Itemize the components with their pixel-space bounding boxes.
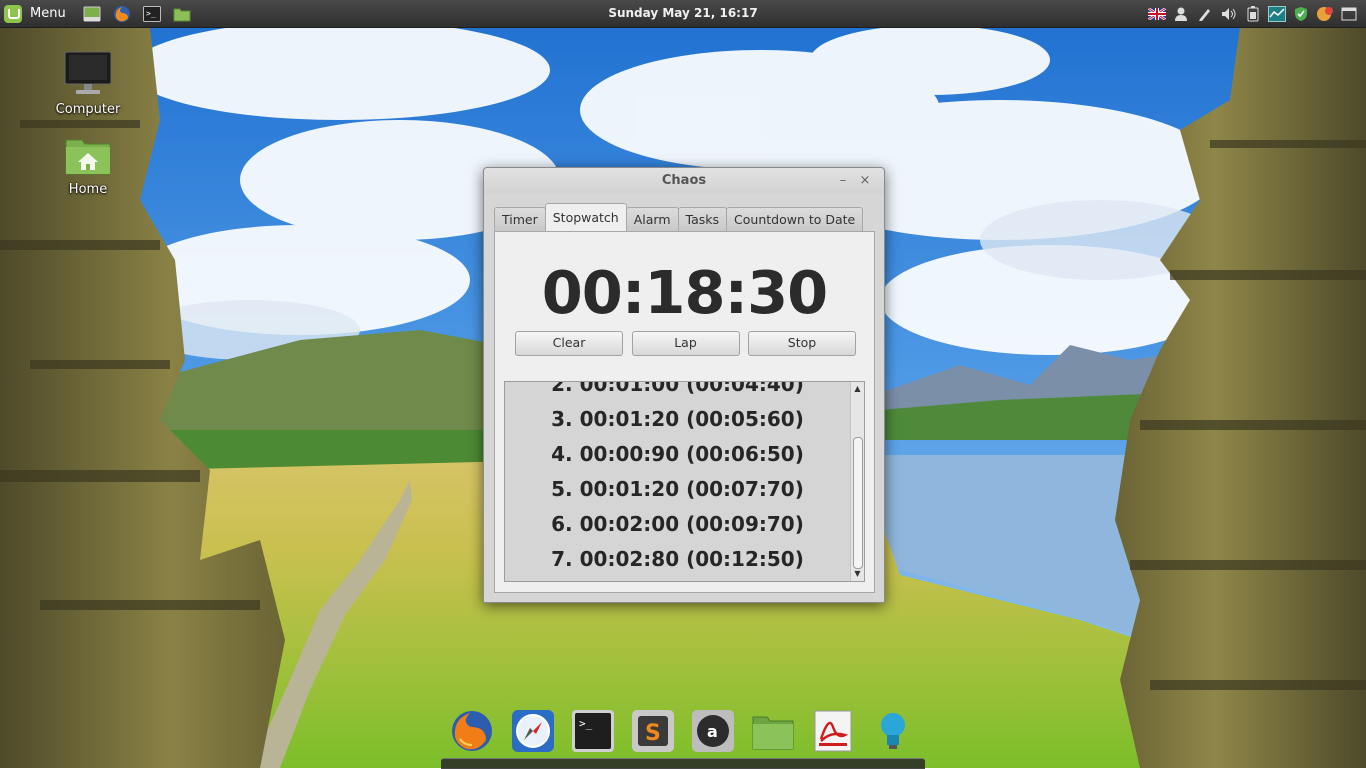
tab-countdown-to-date[interactable]: Countdown to Date <box>726 207 864 231</box>
show-desktop-icon[interactable] <box>82 4 102 24</box>
stopwatch-time: 00:18:30 <box>541 258 829 327</box>
safari-compass-icon[interactable] <box>511 709 555 753</box>
desktop-icon-label: Home <box>68 182 108 197</box>
lap-item: 4. 00:00:90 (00:06:50) <box>551 442 804 466</box>
svg-text:>_: >_ <box>146 9 156 18</box>
acrobat-icon[interactable] <box>811 709 855 753</box>
sublime-text-icon[interactable]: S <box>631 709 675 753</box>
lap-item: 5. 00:01:20 (00:07:70) <box>551 477 804 501</box>
tab-tasks[interactable]: Tasks <box>677 207 728 231</box>
chaos-window: Chaos – × Timer Stopwatch Alarm Tasks Co… <box>483 167 885 603</box>
window-titlebar[interactable]: Chaos – × <box>484 168 884 194</box>
tab-alarm[interactable]: Alarm <box>625 207 679 231</box>
lap-list-scrollbar[interactable]: ▲ ▼ <box>850 382 864 581</box>
menu-button[interactable]: Menu <box>0 0 72 27</box>
lightbulb-icon[interactable] <box>871 709 915 753</box>
tab-timer[interactable]: Timer <box>494 207 546 231</box>
system-tray <box>1148 0 1358 27</box>
firefox-icon[interactable] <box>450 709 494 753</box>
minimize-button[interactable]: – <box>835 173 851 189</box>
folder-icon[interactable] <box>751 709 795 753</box>
network-icon[interactable] <box>1268 5 1286 23</box>
menu-label: Menu <box>30 6 66 21</box>
computer-icon <box>48 50 128 100</box>
home-folder-icon <box>48 134 128 180</box>
tab-stopwatch[interactable]: Stopwatch <box>544 203 627 231</box>
desktop-icon-computer[interactable]: Computer <box>48 50 128 117</box>
lap-item: 2. 00:01:00 (00:04:40) <box>551 381 804 396</box>
firefox-icon[interactable] <box>112 4 132 24</box>
mint-logo-icon <box>4 4 22 23</box>
scroll-up-arrow-icon[interactable]: ▲ <box>851 383 864 395</box>
update-icon[interactable] <box>1316 5 1334 23</box>
files-icon[interactable] <box>172 4 192 24</box>
scroll-thumb[interactable] <box>853 437 863 569</box>
volume-icon[interactable] <box>1220 5 1238 23</box>
pen-icon[interactable] <box>1196 5 1214 23</box>
lap-item: 7. 00:02:80 (00:12:50) <box>551 547 804 571</box>
uk-flag-icon[interactable] <box>1148 5 1166 23</box>
terminal-icon[interactable]: >_ <box>571 709 615 753</box>
window-title: Chaos <box>661 173 707 188</box>
clear-button[interactable]: Clear <box>515 331 623 356</box>
stopwatch-controls: Clear Lap Stop <box>515 331 856 356</box>
stop-button[interactable]: Stop <box>748 331 856 356</box>
desktop-icon-label: Computer <box>55 102 121 117</box>
svg-text:a: a <box>707 722 718 741</box>
scroll-down-arrow-icon[interactable]: ▼ <box>851 568 864 580</box>
terminal-icon[interactable]: >_ <box>142 4 162 24</box>
lap-item: 6. 00:02:00 (00:09:70) <box>551 512 804 536</box>
window-icon[interactable] <box>1340 5 1358 23</box>
desktop-icon-home[interactable]: Home <box>48 134 128 197</box>
top-panel: Menu >_ Sunday May 21, 16:17 <box>0 0 1366 28</box>
lap-list[interactable]: 2. 00:01:00 (00:04:40) 3. 00:01:20 (00:0… <box>504 381 865 582</box>
tab-bar: Timer Stopwatch Alarm Tasks Countdown to… <box>494 203 864 231</box>
battery-icon[interactable] <box>1244 5 1262 23</box>
svg-text:S: S <box>645 721 661 746</box>
close-button[interactable]: × <box>857 173 873 189</box>
lap-button[interactable]: Lap <box>631 331 740 356</box>
lap-item: 3. 00:01:20 (00:05:60) <box>551 407 804 431</box>
app-a-icon[interactable]: a <box>691 709 735 753</box>
svg-text:>_: >_ <box>579 717 593 730</box>
stopwatch-panel: 00:18:30 Clear Lap Stop 2. 00:01:00 (00:… <box>494 231 875 593</box>
user-icon[interactable] <box>1172 5 1190 23</box>
shield-icon[interactable] <box>1292 5 1310 23</box>
